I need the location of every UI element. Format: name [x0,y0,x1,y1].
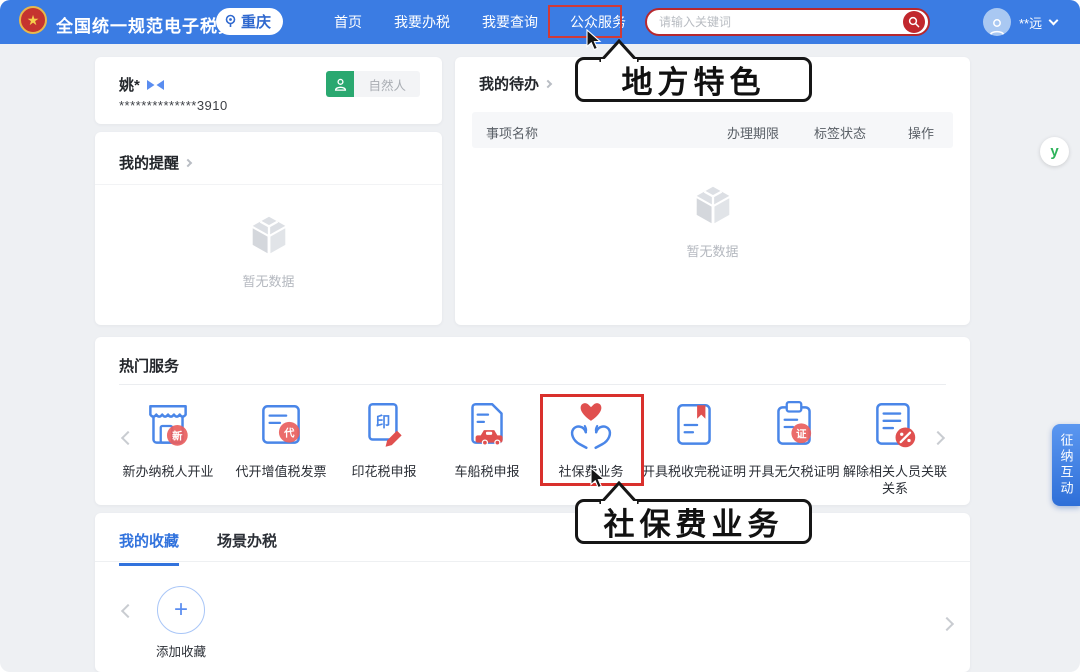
plus-icon: + [174,598,188,622]
service-no-arrears-certificate[interactable]: 证 开具无欠税证明 [739,398,849,480]
service-label: 解除相关人员关联关系 [840,463,950,497]
person-badge-icon [333,77,348,92]
todos-title: 我的待办 [479,73,539,94]
service-callout-bubble: 社保费业务 [575,499,812,544]
storefront-icon: 新 [141,398,195,454]
service-label: 新办纳税人开业 [113,463,223,480]
service-remove-personnel-association[interactable]: 解除相关人员关联关系 [840,398,950,497]
svg-text:新: 新 [172,429,183,442]
nav-tax-handling[interactable]: 我要办税 [378,0,466,44]
column-item-name: 事项名称 [486,123,538,142]
divider [119,384,946,385]
nav-tax-query[interactable]: 我要查询 [466,0,554,44]
service-label: 代开增值税发票 [226,463,336,480]
todos-title-row[interactable]: 我的待办 [479,73,551,94]
service-vehicle-tax[interactable]: 车船税申报 [432,398,542,480]
hot-services-title: 热门服务 [119,355,179,376]
nav-callout-bubble: 地方特色 [575,57,812,102]
avatar [983,8,1011,36]
masked-id: **************3910 [119,98,228,113]
service-label: 开具无欠税证明 [739,463,849,480]
divider [95,184,442,185]
nav-home[interactable]: 首页 [318,0,378,44]
top-nav-bar: ★ 全国统一规范电子税务局 重庆 首页 我要办税 我要查询 公众服务 地方特色 [0,0,1080,44]
service-callout-text: 社保费业务 [604,499,784,544]
bowtie-icon [147,80,164,90]
favorites-next-button[interactable] [940,617,954,631]
tax-interaction-tab[interactable]: 征纳互动 [1052,424,1080,506]
favorites-card: 我的收藏 场景办税 + 添加收藏 [95,513,970,672]
assistant-chat-button[interactable]: y [1040,137,1069,166]
chevron-right-icon [544,79,552,87]
column-tag-status: 标签状态 [800,123,880,142]
tax-paid-cert-icon [667,398,721,454]
star-icon: ★ [27,13,40,27]
search-button[interactable] [903,11,925,33]
service-tax-paid-certificate[interactable]: 开具税收完税证明 [639,398,749,480]
empty-box-icon [246,212,292,258]
user-menu[interactable]: **远 [983,0,1057,44]
todos-empty-state: 暂无数据 [455,182,970,260]
no-arrears-cert-icon: 证 [767,398,821,454]
vehicle-tax-icon [460,398,514,454]
profile-card: 姚* **************3910 自然人 [95,57,442,124]
chevron-right-icon [184,158,192,166]
search-bar[interactable] [645,8,930,36]
reminders-card: 我的提醒 暂无数据 [95,132,442,325]
svg-text:证: 证 [796,428,807,440]
nav-callout-text: 地方特色 [622,57,766,102]
assistant-logo-icon: y [1050,143,1058,160]
chevron-down-icon [1049,16,1059,26]
divider [95,561,970,562]
person-icon [987,16,1007,36]
add-favorite-label: 添加收藏 [131,641,231,660]
service-label: 开具税收完税证明 [639,463,749,480]
service-label: 印花税申报 [329,463,439,480]
page: ★ 全国统一规范电子税务局 重庆 首页 我要办税 我要查询 公众服务 地方特色 [0,0,1080,672]
unlink-icon [868,398,922,454]
national-emblem-logo: ★ [19,6,47,34]
svg-text:印: 印 [376,413,391,431]
empty-box-icon [690,182,736,228]
location-selector[interactable]: 重庆 [216,8,283,35]
search-icon [908,16,920,28]
search-input[interactable] [659,15,903,29]
favorites-prev-button[interactable] [121,604,135,618]
taxpayer-type-badge: 自然人 [326,71,420,97]
user-name: **远 [1019,13,1042,32]
service-vat-invoice[interactable]: 代 代开增值税发票 [226,398,336,480]
empty-text: 暂无数据 [455,241,970,260]
taxpayer-type-label: 自然人 [354,71,420,97]
location-pin-icon [224,14,237,29]
column-actions: 操作 [891,123,951,142]
service-stamp-tax[interactable]: 印 印花税申报 [329,398,439,480]
reminders-title-row[interactable]: 我的提醒 [119,152,191,173]
hot-services-card: 热门服务 新 新办纳税人开业 [95,337,970,505]
location-label: 重庆 [241,11,271,32]
mouse-cursor-icon [589,467,607,489]
add-favorite-button[interactable]: + [157,586,205,634]
svg-text:代: 代 [283,426,295,439]
stamp-tax-icon: 印 [357,398,411,454]
service-label: 车船税申报 [432,463,542,480]
service-new-taxpayer[interactable]: 新 新办纳税人开业 [113,398,223,480]
reminders-title: 我的提醒 [119,152,179,173]
column-deadline: 办理期限 [713,123,793,142]
reminders-empty-state: 暂无数据 [95,212,442,290]
user-display-name: 姚* [119,74,140,95]
invoice-icon: 代 [254,398,308,454]
mouse-cursor-icon [585,29,603,51]
empty-text: 暂无数据 [95,271,442,290]
